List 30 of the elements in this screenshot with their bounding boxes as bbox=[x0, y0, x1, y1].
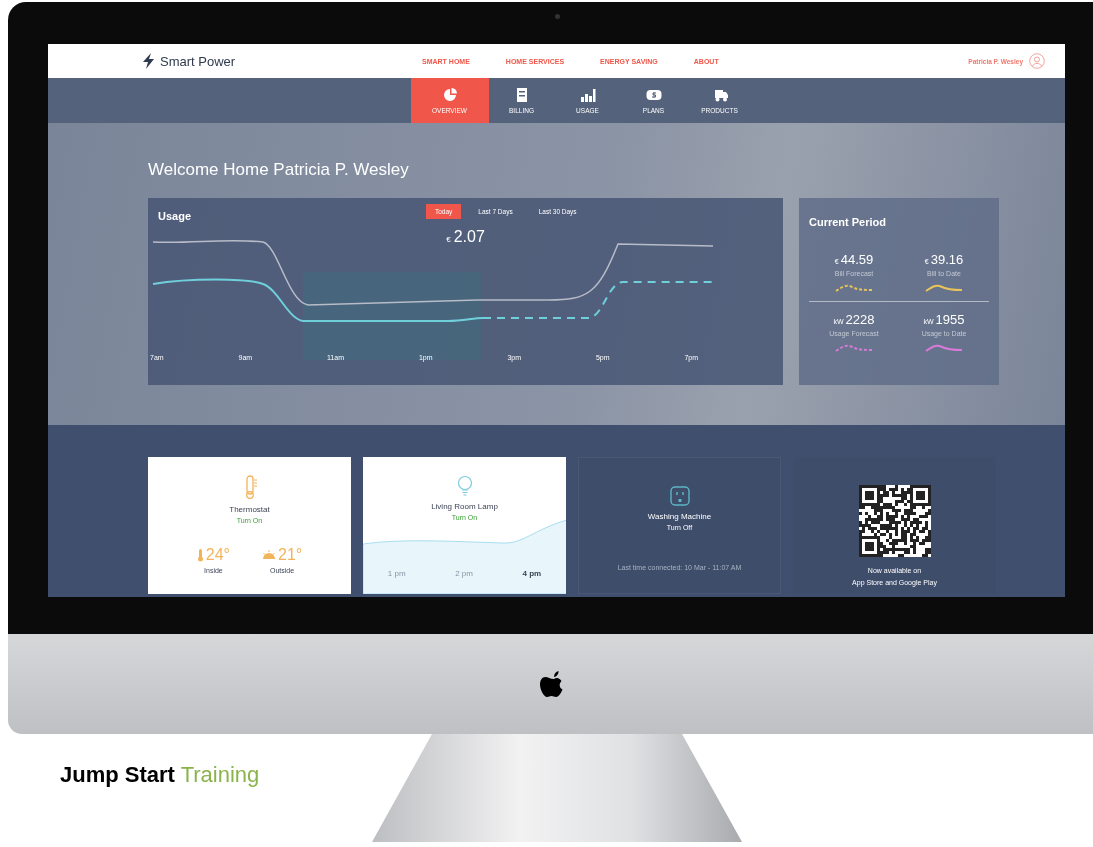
temperature-value: 24° bbox=[205, 546, 230, 564]
welcome-heading: Welcome Home Patricia P. Wesley bbox=[148, 159, 410, 181]
stat-value: 1955 bbox=[935, 312, 965, 327]
power-outlet-icon bbox=[669, 486, 690, 506]
panel-title: Usage bbox=[158, 209, 193, 222]
money-icon bbox=[645, 87, 662, 103]
lightning-icon bbox=[142, 53, 154, 69]
time-option[interactable]: 4 pm bbox=[522, 569, 542, 578]
time-option[interactable]: 2 pm bbox=[455, 569, 473, 578]
thermometer-icon bbox=[196, 548, 204, 562]
device-name: Thermostat bbox=[229, 505, 270, 514]
device-name: Washing Machine bbox=[647, 512, 712, 521]
camera-dot bbox=[555, 14, 560, 19]
stat-value: 2228 bbox=[845, 312, 875, 327]
stat-value: 39.16 bbox=[930, 252, 964, 267]
pie-chart-icon bbox=[441, 87, 458, 103]
stat-value: 44.59 bbox=[840, 252, 874, 267]
logo-icon bbox=[539, 670, 563, 698]
temperature-value: 21° bbox=[278, 546, 303, 564]
user-avatar-icon bbox=[1029, 53, 1045, 69]
device-name: Living Room Lamp bbox=[431, 502, 498, 511]
bar-chart-icon bbox=[579, 87, 596, 103]
time-option[interactable]: 1 pm bbox=[387, 569, 406, 578]
panel-title: Current Period bbox=[809, 215, 887, 228]
caption-text: Jump Start Training bbox=[60, 762, 260, 788]
usage-amount: 2.07 bbox=[453, 228, 485, 245]
light-bulb-icon bbox=[455, 475, 474, 496]
currency-symbol: € bbox=[446, 235, 451, 244]
brand-name[interactable]: Smart Power bbox=[160, 53, 236, 69]
sun-icon bbox=[262, 550, 276, 560]
